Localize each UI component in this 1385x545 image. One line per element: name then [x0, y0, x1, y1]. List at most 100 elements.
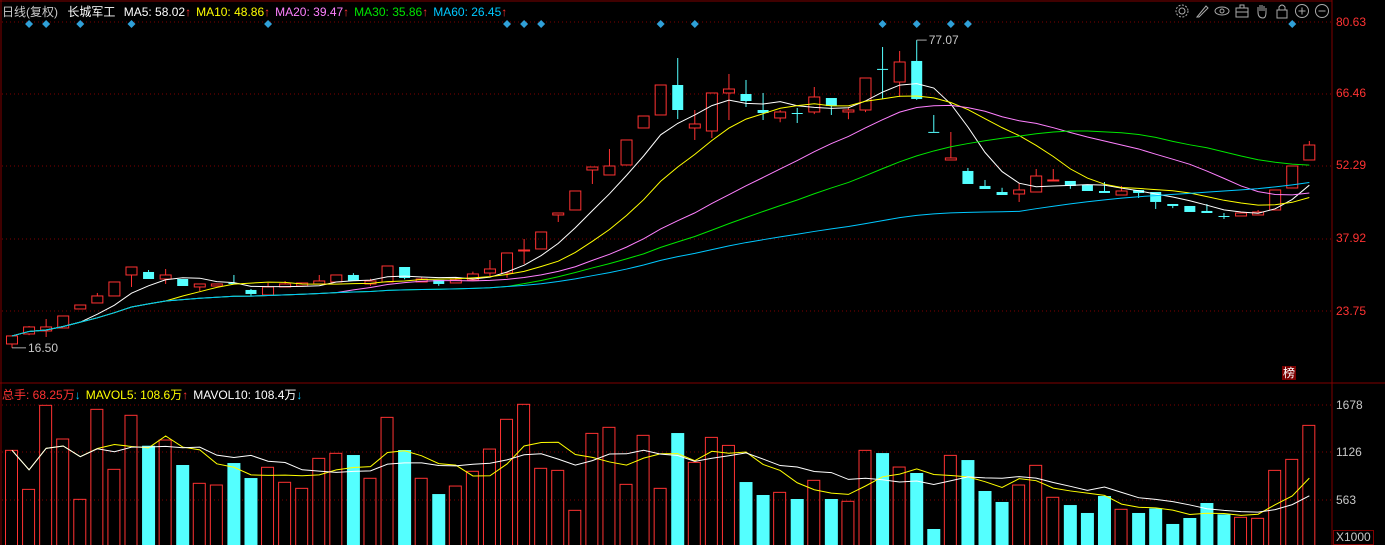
volume-bar: [158, 439, 172, 545]
candle-body: [262, 286, 275, 296]
zoom-in-icon: [1295, 4, 1309, 18]
period-label: 日线(复权): [2, 5, 58, 19]
legend-mavol5: MAVOL5: 108.6万: [85, 388, 183, 402]
volume-bar: [398, 449, 412, 545]
volume-bar: [1097, 496, 1111, 545]
volume-bar: [90, 408, 104, 545]
candle-body: [210, 283, 223, 287]
trend-arrow-icon: ↑: [185, 5, 192, 19]
candle-body: [1098, 190, 1110, 193]
candle-body: [108, 281, 121, 297]
zoom-in-button[interactable]: [1294, 3, 1310, 19]
volume-bar: [1046, 496, 1060, 545]
legend-总手: 总手: 68.25万: [2, 388, 75, 402]
candle-body: [620, 139, 633, 166]
candle-body: [911, 60, 923, 99]
candle-body: [313, 280, 326, 285]
candle-body: [705, 92, 718, 132]
candle-body: [774, 111, 787, 119]
candle-body: [672, 85, 684, 111]
candlestick-chart[interactable]: 77.07 16.50: [0, 0, 1385, 545]
candle-body: [825, 98, 837, 106]
event-marker-icon: [963, 20, 972, 28]
volume-bar: [1183, 518, 1197, 545]
volume-bar: [500, 418, 514, 545]
volume-bar: [876, 453, 890, 545]
candle-body: [347, 274, 359, 281]
legend-ma10: MA10: 48.86: [196, 5, 265, 19]
volume-bar: [687, 461, 701, 545]
briefcase-icon: [1235, 4, 1249, 18]
volume-bar: [56, 438, 70, 545]
brush-icon: [1195, 5, 1209, 18]
candle-body: [722, 88, 735, 94]
candle-body: [143, 271, 155, 279]
volume-bar: [927, 528, 941, 545]
ma-legend: MA5: 58.02↑ MA10: 48.86↑ MA20: 39.47↑ MA30:…: [119, 5, 508, 19]
lock-button[interactable]: [1274, 3, 1290, 19]
event-marker-icon: [503, 20, 512, 28]
volume-bar: [209, 484, 223, 545]
eye-button[interactable]: [1214, 3, 1230, 19]
volume-bar: [602, 426, 616, 545]
volume-bar: [585, 432, 599, 545]
volume-bar: [107, 468, 121, 545]
volume-bar: [380, 416, 394, 545]
candle-body: [637, 115, 650, 129]
candle-body: [535, 231, 548, 250]
candle-body: [381, 265, 394, 283]
volume-bar: [534, 467, 548, 545]
volume-bar: [227, 463, 241, 545]
legend-mavol10: MAVOL10: 108.4万: [193, 388, 297, 402]
trend-arrow-icon: ↑: [264, 5, 271, 19]
briefcase-button[interactable]: [1234, 3, 1250, 19]
candle-body: [1115, 190, 1128, 196]
volume-bar: [192, 482, 206, 545]
candle-body: [125, 266, 138, 276]
trend-arrow-icon: ↑: [182, 388, 189, 402]
volume-bar: [1080, 512, 1094, 545]
candle-body: [1081, 184, 1093, 191]
volume-bar: [653, 487, 667, 545]
event-marker-icon: [690, 20, 699, 28]
candle-body: [569, 190, 582, 211]
candle-body: [893, 61, 906, 83]
candle-body: [6, 335, 18, 345]
price-tick: 52.29: [1336, 158, 1367, 172]
mavol5-line: [11, 435, 1310, 516]
lock-icon: [1276, 4, 1288, 19]
candle-body: [552, 212, 565, 216]
candle-body: [1167, 203, 1179, 206]
event-marker-icon: [912, 20, 921, 28]
candle-body: [859, 77, 872, 111]
candle-body: [483, 268, 496, 274]
volume-bar: [142, 445, 156, 545]
volume-bar: [448, 485, 462, 545]
hand-button[interactable]: [1254, 3, 1270, 19]
event-marker-icon: [264, 20, 273, 28]
chart-header: 日线(复权) 长城军工 MA5: 58.02↑ MA10: 48.86↑ MA20:…: [2, 3, 507, 20]
event-marker-icon: [25, 20, 34, 28]
volume-bar: [756, 494, 770, 545]
volume-bar: [568, 509, 582, 545]
volume-bar: [39, 404, 53, 545]
volume-bar: [295, 487, 309, 545]
volume-legend: 总手: 68.25万↓ MAVOL5: 108.6万↑ MAVOL10: 108.4…: [2, 386, 302, 403]
candle-body: [74, 304, 87, 310]
zoom-out-icon: [1315, 4, 1329, 18]
candle-body: [791, 112, 803, 114]
gear-button[interactable]: [1174, 3, 1190, 19]
volume-bar: [124, 414, 138, 545]
volume-bar: [1166, 523, 1180, 545]
volume-bar: [465, 470, 479, 545]
volume-bar: [995, 501, 1009, 545]
candle-body: [518, 249, 531, 252]
ranking-badge[interactable]: 榜: [1282, 366, 1297, 380]
eye-icon: [1214, 6, 1230, 16]
zoom-out-button[interactable]: [1314, 3, 1330, 19]
price-tick: 23.75: [1336, 304, 1367, 318]
candle-body: [586, 166, 599, 171]
event-marker-icon: [537, 20, 546, 28]
brush-button[interactable]: [1194, 3, 1210, 19]
candle-body: [1030, 175, 1043, 193]
